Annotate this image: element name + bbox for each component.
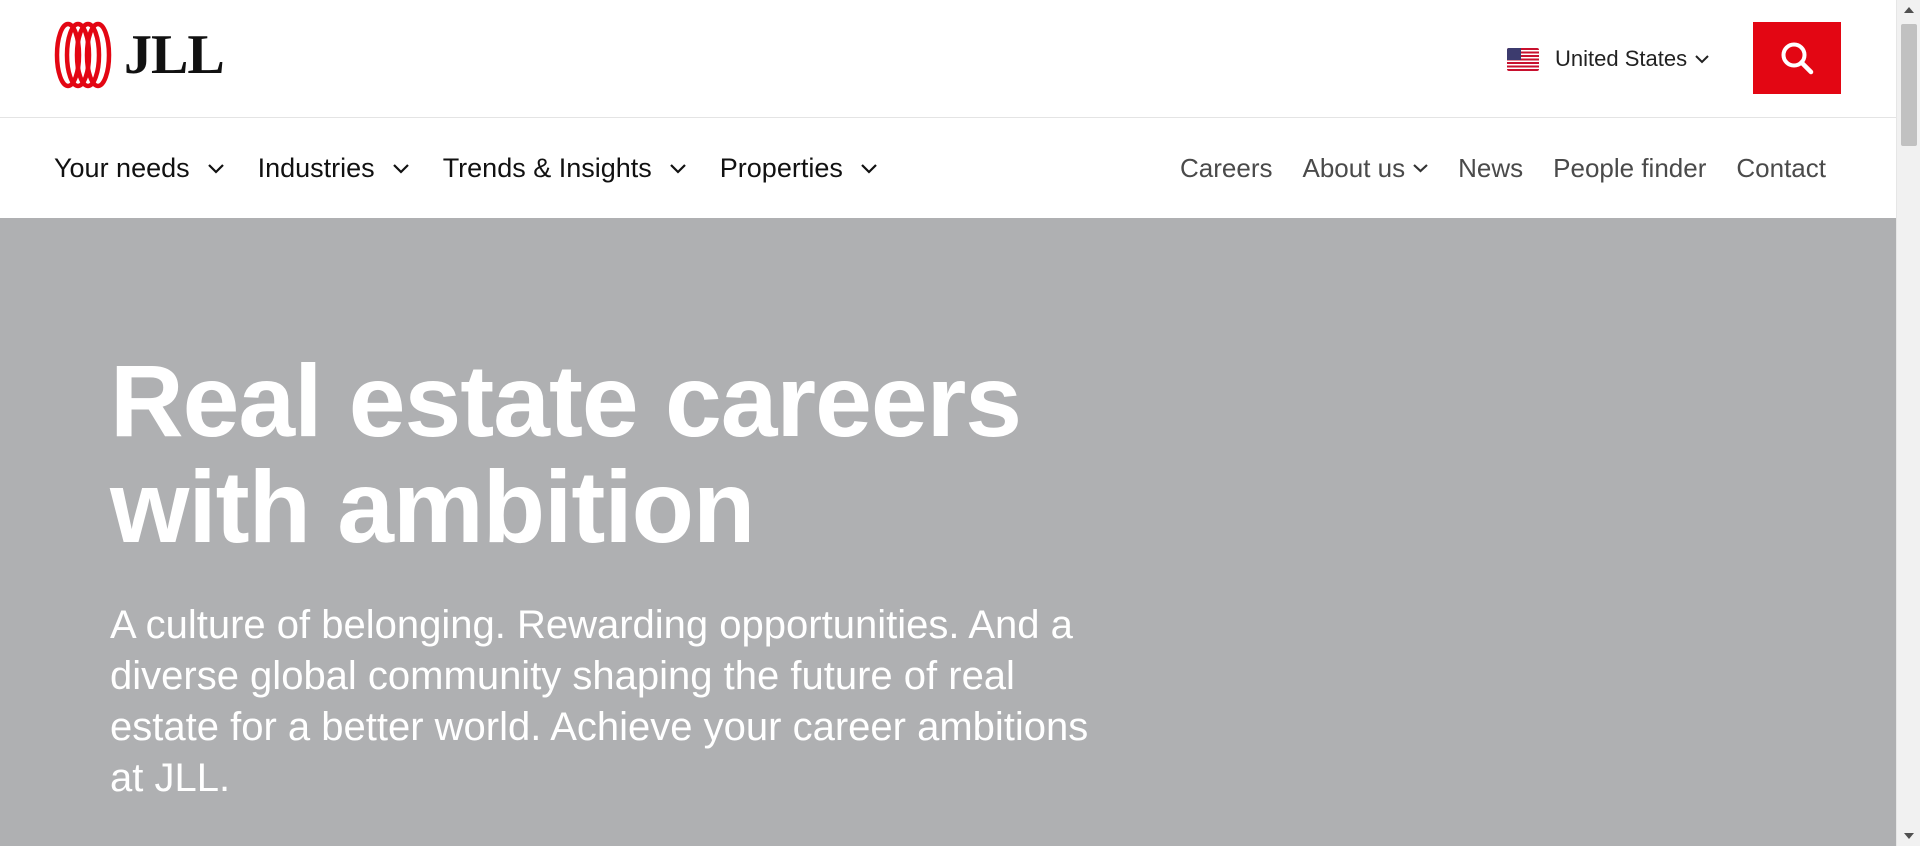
- search-button[interactable]: [1753, 22, 1841, 94]
- nav-link-contact[interactable]: Contact: [1736, 153, 1826, 184]
- chevron-down-icon: [1413, 164, 1428, 173]
- chevron-down-icon: [1695, 55, 1709, 64]
- search-icon: [1781, 42, 1814, 75]
- nav-item-label: Industries: [257, 152, 375, 183]
- nav-item-properties[interactable]: Properties: [720, 153, 877, 184]
- nav-item-label: Properties: [719, 152, 843, 183]
- nav-item-label: Your needs: [54, 152, 190, 183]
- top-bar: JLL United States: [0, 0, 1896, 118]
- nav-link-careers[interactable]: Careers: [1180, 153, 1272, 184]
- hero-title: Real estate careers with ambition: [110, 344, 1022, 564]
- chevron-down-icon: [392, 163, 409, 174]
- nav-link-about-us[interactable]: About us: [1303, 153, 1429, 184]
- nav-item-trends-insights[interactable]: Trends & Insights: [443, 153, 686, 184]
- jll-rings-logo-icon: [54, 21, 112, 89]
- chevron-down-icon: [670, 163, 686, 174]
- nav-link-label: About us: [1302, 152, 1406, 183]
- vertical-scrollbar[interactable]: [1896, 0, 1920, 846]
- scrollbar-thumb[interactable]: [1901, 24, 1917, 146]
- secondary-nav: Careers About us News People finder Cont…: [1150, 119, 1826, 217]
- nav-link-people-finder[interactable]: People finder: [1553, 153, 1706, 184]
- primary-nav: Your needs Industries Trends & Insights …: [54, 119, 911, 217]
- hero-section: Real estate careers with ambition A cult…: [0, 218, 1896, 846]
- page: JLL United States Your needs Industries …: [0, 0, 1896, 846]
- chevron-down-icon: [207, 163, 224, 174]
- scroll-up-arrow-icon[interactable]: [1897, 0, 1920, 20]
- chevron-down-icon: [861, 163, 877, 174]
- nav-item-industries[interactable]: Industries: [258, 153, 409, 184]
- country-label: United States: [1555, 46, 1688, 71]
- main-navigation: Your needs Industries Trends & Insights …: [0, 119, 1896, 217]
- us-flag-icon: [1507, 47, 1539, 71]
- hero-subtitle: A culture of belonging. Rewarding opport…: [110, 603, 1089, 800]
- country-selector[interactable]: United States: [1507, 40, 1709, 78]
- nav-item-label: Trends & Insights: [442, 152, 652, 183]
- nav-link-news[interactable]: News: [1458, 153, 1523, 184]
- nav-item-your-needs[interactable]: Your needs: [54, 153, 224, 184]
- scroll-down-arrow-icon[interactable]: [1897, 826, 1920, 846]
- jll-logo[interactable]: JLL: [54, 20, 225, 90]
- logo-text: JLL: [124, 24, 225, 86]
